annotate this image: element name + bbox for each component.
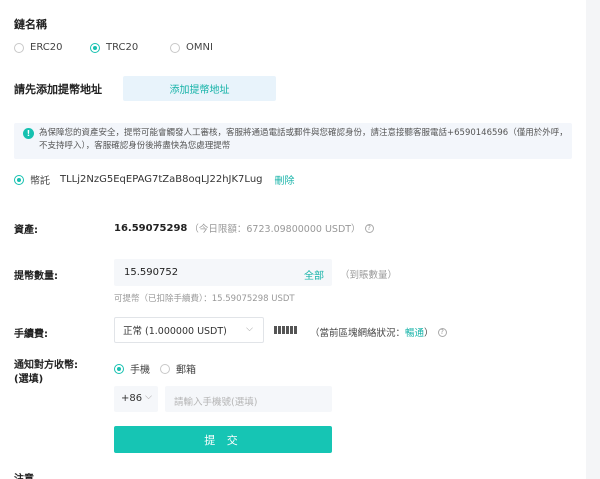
chevron-down-icon: ⌵: [145, 392, 152, 402]
withdraw-amount-value: 15.590752: [124, 267, 179, 278]
chain-option-label: ERC20: [30, 42, 63, 53]
withdraw-label: 提幣數量:: [14, 271, 58, 282]
notice-text: 為保障您的資產安全，提幣可能會觸發人工審核，客服將通過電話或郵件與您確認身份，請…: [39, 128, 568, 151]
saved-address-row[interactable]: 幣託 TLLj2NzG5EqEPAG7tZaB8oqLJ22hJK7Lug 刪除: [14, 172, 295, 187]
chevron-down-icon: ⌵: [246, 324, 253, 334]
address-title: 請先添加提幣地址: [14, 83, 102, 96]
fee-selected: 正常 (1.000000 USDT): [123, 326, 227, 337]
assets-amount: 16.59075298: [114, 222, 188, 234]
signal-bars-icon: [274, 326, 297, 334]
notify-option-email[interactable]: 郵箱: [160, 361, 196, 376]
network-prefix: （當前區塊網絡狀況：: [310, 328, 406, 339]
submit-button[interactable]: 提 交: [114, 426, 332, 453]
address-tag: 幣託: [30, 176, 50, 187]
radio-saved-address[interactable]: [14, 174, 24, 185]
daily-limit: （今日限額：6723.09800000 USDT）: [189, 224, 361, 235]
phone-placeholder: 請輸入手機號(選填): [174, 397, 258, 408]
radio-trc20[interactable]: [90, 42, 100, 53]
phone-input[interactable]: 請輸入手機號(選填): [165, 386, 332, 412]
delete-address-link[interactable]: 刪除: [275, 172, 295, 187]
chain-option-label: OMNI: [186, 42, 213, 53]
help-icon[interactable]: ?: [437, 327, 447, 337]
radio-email[interactable]: [160, 363, 170, 374]
address-value: TLLj2NzG5EqEPAG7tZaB8oqLJ22hJK7Lug: [60, 174, 263, 185]
withdraw-amount-input[interactable]: 15.590752 全部: [114, 259, 332, 286]
notify-option-label: 郵箱: [176, 365, 196, 376]
withdraw-all-button[interactable]: 全部: [304, 267, 324, 282]
arrival-amount: （到賬數量）: [340, 270, 398, 281]
info-icon: !: [23, 128, 34, 139]
notify-label: 通知對方收幣: (選填): [14, 359, 78, 387]
notify-option-label: 手機: [130, 365, 150, 376]
chain-option-omni[interactable]: OMNI: [170, 42, 213, 53]
notes-title: 注意: [14, 470, 34, 479]
chain-option-erc20[interactable]: ERC20: [14, 42, 62, 53]
network-suffix: ）: [424, 328, 434, 339]
radio-omni[interactable]: [170, 42, 180, 53]
chain-title: 鏈名稱: [14, 18, 47, 31]
withdraw-card: 鏈名稱 ERC20 TRC20 OMNI 請先添加提幣地址 添加提幣地址 ! 為…: [0, 0, 586, 479]
network-status: （當前區塊網絡狀況： 暢通 ） ?: [310, 325, 447, 339]
add-address-button[interactable]: 添加提幣地址: [123, 76, 276, 101]
help-icon[interactable]: ?: [364, 223, 374, 233]
notify-option-phone[interactable]: 手機: [114, 361, 150, 376]
chain-option-label: TRC20: [106, 42, 139, 53]
country-code-value: +86: [121, 393, 143, 404]
assets-row: 16.59075298 （今日限額：6723.09800000 USDT） ?: [114, 221, 374, 235]
assets-label: 資產:: [14, 225, 38, 236]
notify-label-line2: (選填): [14, 374, 44, 385]
radio-erc20[interactable]: [14, 42, 24, 53]
country-code-select[interactable]: +86 ⌵: [114, 386, 158, 412]
fee-select[interactable]: 正常 (1.000000 USDT) ⌵: [114, 317, 264, 343]
network-status-value: 暢通: [405, 328, 425, 339]
fee-label: 手續費:: [14, 329, 48, 340]
available-amount: 可提幣（已扣除手續費）：15.59075298 USDT: [114, 294, 295, 304]
radio-phone[interactable]: [114, 363, 124, 374]
chain-option-trc20[interactable]: TRC20: [90, 42, 138, 53]
notify-label-line1: 通知對方收幣:: [14, 360, 78, 371]
security-notice: ! 為保障您的資產安全，提幣可能會觸發人工審核，客服將通過電話或郵件與您確認身份…: [14, 123, 572, 159]
